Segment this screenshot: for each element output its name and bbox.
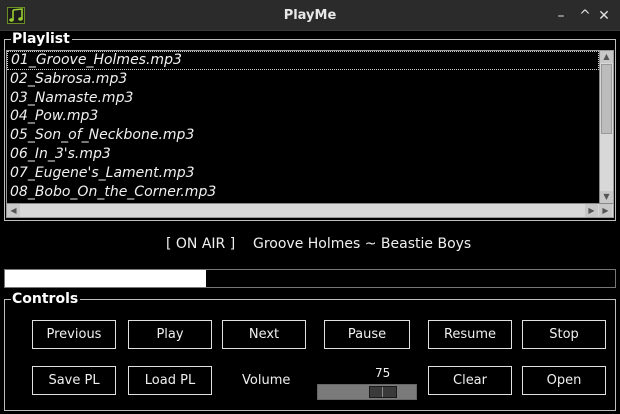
volume-slider[interactable] [317, 384, 417, 400]
save-playlist-button-label: Save PL [48, 373, 100, 388]
current-track: Groove Holmes ~ Beastie Boys [253, 236, 472, 252]
open-button-label: Open [546, 373, 582, 388]
playlist-item[interactable]: 03_Namaste.mp3 [7, 89, 599, 108]
controls-label: Controls [11, 291, 81, 307]
load-playlist-button-label: Load PL [144, 373, 196, 388]
play-button-label: Play [156, 327, 184, 342]
playlist-label: Playlist [11, 31, 72, 47]
scroll-down-icon[interactable]: ▼ [600, 191, 613, 203]
resume-button-label: Resume [443, 327, 497, 342]
minimize-button[interactable]: – [551, 6, 571, 26]
volume-value: 75 [375, 366, 391, 380]
open-button[interactable]: Open [522, 366, 606, 395]
previous-button[interactable]: Previous [32, 320, 116, 349]
scroll-up-icon[interactable]: ▲ [600, 51, 613, 63]
stop-button-label: Stop [549, 327, 579, 342]
now-playing: [ ON AIR ] Groove Holmes ~ Beastie Boys [0, 236, 620, 254]
playlist-item[interactable]: 06_In_3's.mp3 [7, 145, 599, 164]
clear-button-label: Clear [453, 373, 487, 388]
clear-button[interactable]: Clear [428, 366, 512, 395]
scroll-thumb[interactable] [601, 64, 612, 134]
horizontal-scrollbar[interactable]: ◀ ▶ ▶ [7, 203, 613, 217]
title-bar: PlayMe – ^ ✕ [0, 0, 620, 31]
vertical-scrollbar[interactable]: ▲ ▼ [599, 51, 613, 203]
playlist-item[interactable]: 04_Pow.mp3 [7, 107, 599, 126]
next-button[interactable]: Next [222, 320, 306, 349]
previous-button-label: Previous [46, 327, 102, 342]
progress-bar[interactable] [4, 269, 616, 288]
close-button[interactable]: ✕ [594, 6, 614, 26]
pause-button-label: Pause [347, 327, 387, 342]
save-playlist-button[interactable]: Save PL [32, 366, 116, 395]
scroll-left-icon[interactable]: ◀ [7, 204, 20, 217]
playlist-item[interactable]: 01_Groove_Holmes.mp3 [7, 51, 599, 70]
next-button-label: Next [248, 327, 280, 342]
stop-button[interactable]: Stop [522, 320, 606, 349]
playlist-item[interactable]: 08_Bobo_On_the_Corner.mp3 [7, 183, 599, 202]
play-button[interactable]: Play [128, 320, 212, 349]
pause-button[interactable]: Pause [324, 320, 410, 349]
playlist-item[interactable]: 02_Sabrosa.mp3 [7, 70, 599, 89]
playlist-item[interactable]: 07_Eugene's_Lament.mp3 [7, 164, 599, 183]
load-playlist-button[interactable]: Load PL [128, 366, 212, 395]
window-title: PlayMe [283, 8, 337, 23]
volume-slider-handle[interactable] [369, 386, 397, 398]
scroll-right-end-icon[interactable]: ▶ [599, 204, 612, 217]
progress-fill [5, 270, 206, 287]
maximize-button[interactable]: ^ [575, 6, 595, 26]
resume-button[interactable]: Resume [428, 320, 512, 349]
scroll-right-icon[interactable]: ▶ [585, 204, 598, 217]
volume-label: Volume [242, 373, 291, 388]
playlist-list[interactable]: 01_Groove_Holmes.mp3 02_Sabrosa.mp3 03_Nam… [7, 51, 599, 203]
playlist-item[interactable]: 05_Son_of_Neckbone.mp3 [7, 126, 599, 145]
playlist-box: 01_Groove_Holmes.mp3 02_Sabrosa.mp3 03_Nam… [6, 50, 614, 218]
on-air-status: [ ON AIR ] [166, 236, 236, 252]
